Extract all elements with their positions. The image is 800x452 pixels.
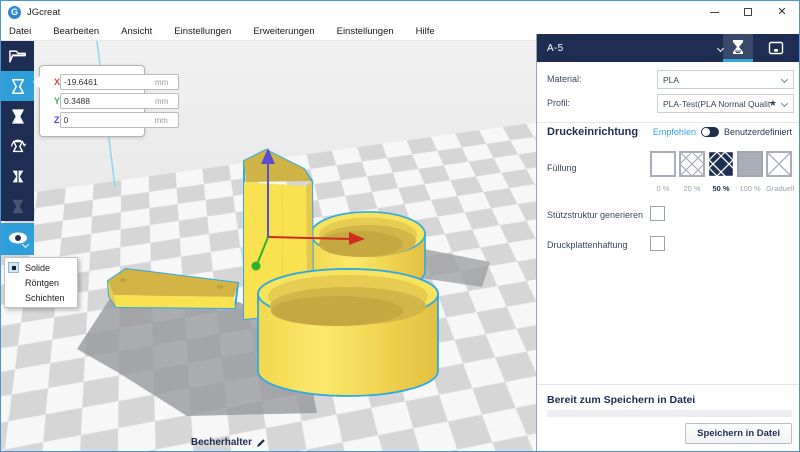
view-mode-menu: Solide Röntgen Schichten — [4, 257, 78, 308]
adhesion-label: Druckplattenhaftung — [547, 240, 628, 250]
infill-0[interactable]: 0 % — [650, 151, 676, 193]
view-mode-xray[interactable]: Röntgen — [5, 275, 77, 290]
minimize-icon — [710, 12, 719, 13]
adhesion-checkbox[interactable] — [650, 236, 665, 251]
profile-label: Profil: — [547, 98, 570, 108]
per-model-settings-icon — [9, 198, 27, 215]
menu-einstellungen-2[interactable]: Einstellungen — [326, 26, 405, 37]
chevron-down-icon — [781, 100, 788, 107]
edit-pencil-icon[interactable] — [256, 438, 266, 448]
z-coordinate-input[interactable] — [60, 112, 179, 128]
support-checkbox[interactable] — [650, 206, 665, 221]
infill-50-swatch — [708, 151, 734, 177]
front-cylinder — [258, 269, 438, 396]
print-setup-title: Druckeinrichtung — [547, 126, 638, 138]
save-to-file-button[interactable]: Speichern in Datei — [685, 423, 792, 444]
view-mode-solid[interactable]: Solide — [5, 260, 77, 275]
z-coordinate-row: Z mm — [54, 112, 138, 128]
prepare-stage-icon — [730, 39, 746, 55]
move-tool-button[interactable] — [1, 71, 34, 101]
view-mode-layers[interactable]: Schichten — [5, 290, 77, 305]
model-info: Becherhalter 162.6 x 165.2 x 70.0 mm 09S… — [98, 437, 266, 452]
menu-ansicht[interactable]: Ansicht — [110, 26, 163, 37]
profile-select[interactable]: PLA-Test(PLA Normal Quality) ★ — [657, 94, 794, 113]
title-bar: G JGcreat ✕ — [1, 1, 799, 23]
model-shadow-right — [419, 248, 490, 287]
printer-header: A-5 — [537, 34, 800, 62]
app-window: G JGcreat ✕ Datei Bearbeiten Ansicht Ein… — [0, 0, 800, 452]
chevron-down-icon — [22, 240, 29, 247]
mode-toggle[interactable] — [701, 127, 719, 137]
support-label: Stützstruktur generieren — [547, 210, 643, 220]
selected-marker — [8, 262, 19, 273]
model-name[interactable]: Becherhalter — [191, 437, 252, 448]
infill-50[interactable]: 50 % — [708, 151, 734, 193]
scale-tool-button[interactable] — [1, 101, 34, 131]
y-coordinate-input[interactable] — [60, 93, 179, 109]
tab-preview[interactable] — [761, 34, 791, 62]
tab-prepare[interactable] — [723, 34, 753, 62]
menu-datei[interactable]: Datei — [1, 26, 42, 37]
left-toolbar — [1, 41, 34, 221]
infill-label: Füllung — [547, 163, 577, 173]
settings-panel: A-5 Material: PLA Profil: PLA-Test(PLA N… — [536, 34, 800, 452]
maximize-button[interactable] — [731, 1, 765, 23]
menu-hilfe[interactable]: Hilfe — [405, 26, 446, 37]
y-coordinate-row: Y mm — [54, 93, 138, 109]
chevron-down-icon — [781, 76, 788, 83]
progress-track — [547, 410, 792, 417]
position-panel: X mm Y mm Z mm — [39, 65, 145, 137]
preview-stage-icon — [768, 40, 784, 56]
star-icon[interactable]: ★ — [769, 98, 777, 109]
x-coordinate-row: X mm — [54, 74, 138, 90]
minimize-button[interactable] — [697, 1, 731, 23]
rotate-tool-button[interactable] — [1, 131, 34, 161]
menu-einstellungen-1[interactable]: Einstellungen — [163, 26, 242, 37]
menu-bearbeiten[interactable]: Bearbeiten — [42, 26, 110, 37]
menu-erweiterungen[interactable]: Erweiterungen — [242, 26, 325, 37]
printer-name: A-5 — [537, 43, 563, 54]
window-title: JGcreat — [27, 7, 60, 18]
material-select[interactable]: PLA — [657, 70, 794, 89]
mode-recommended-label[interactable]: Empfohlen — [653, 127, 696, 137]
infill-100-swatch — [737, 151, 763, 177]
open-file-button[interactable] — [1, 41, 34, 71]
infill-20-swatch — [679, 151, 705, 177]
mirror-tool-button[interactable] — [1, 161, 34, 191]
per-model-settings-button — [1, 191, 34, 221]
infill-20[interactable]: 20 % — [679, 151, 705, 193]
status-title: Bereit zum Speichern in Datei — [547, 394, 695, 406]
infill-0-swatch — [650, 151, 676, 177]
infill-gradual[interactable]: Graduell — [766, 151, 792, 193]
z-axis-label: Z — [54, 115, 60, 125]
open-folder-icon — [9, 49, 27, 64]
mode-custom-label[interactable]: Benutzerdefiniert — [724, 127, 792, 137]
close-button[interactable]: ✕ — [765, 1, 799, 23]
material-label: Material: — [547, 74, 582, 84]
view-mode-button[interactable] — [1, 223, 34, 255]
close-icon: ✕ — [777, 7, 786, 18]
scale-tool-icon — [9, 108, 27, 125]
infill-100[interactable]: 100 % — [737, 151, 763, 193]
maximize-icon — [744, 8, 752, 16]
flat-bar — [108, 269, 238, 308]
move-tool-icon — [9, 78, 27, 95]
app-icon: G — [8, 6, 21, 19]
infill-options: 0 % 20 % 50 % 100 % Graduell — [650, 151, 795, 193]
mirror-tool-icon — [9, 168, 27, 185]
menu-bar: Datei Bearbeiten Ansicht Einstellungen E… — [1, 23, 536, 41]
rotate-tool-icon — [9, 138, 27, 155]
infill-gradual-swatch — [766, 151, 792, 177]
x-coordinate-input[interactable] — [60, 74, 179, 90]
